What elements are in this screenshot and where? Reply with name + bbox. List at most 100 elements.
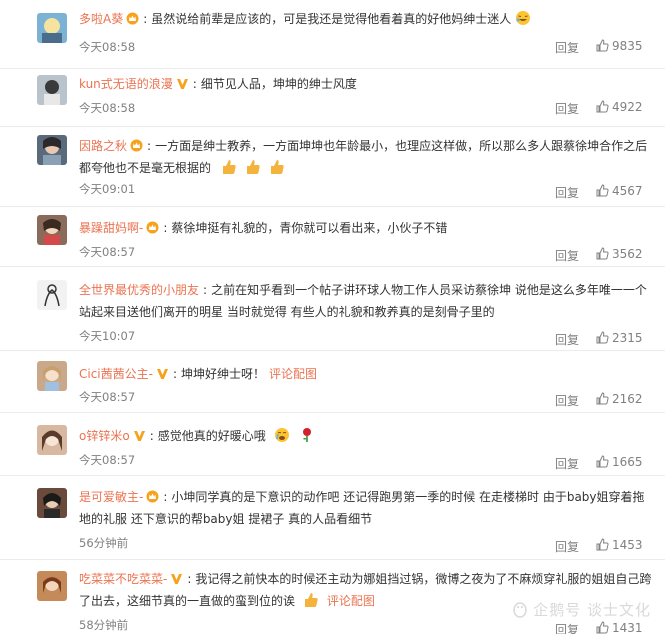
- like-count: 1431: [612, 621, 643, 634]
- like-button[interactable]: 9835: [596, 39, 643, 53]
- comment-item: 多啦A葵: 虽然说给前辈是应该的，可是我还是觉得他看着真的好他妈绅士迷人 今天08…: [0, 0, 665, 69]
- crown-badge-icon: [126, 12, 139, 25]
- reply-button[interactable]: 回复: [555, 455, 579, 472]
- watermark-text: 企鹅号 谈士文化: [533, 601, 651, 619]
- avatar[interactable]: [37, 280, 67, 310]
- thumbs-up-icon: [596, 538, 609, 551]
- reply-button[interactable]: 回复: [555, 247, 579, 264]
- timestamp: 56分钟前: [79, 536, 129, 550]
- comment-image-link[interactable]: 评论配图: [269, 367, 317, 381]
- like-count: 1665: [612, 455, 643, 469]
- reply-button[interactable]: 回复: [555, 184, 579, 201]
- username[interactable]: Cici茜茜公主-: [79, 367, 153, 381]
- username[interactable]: 吃菜菜不吃菜菜-: [79, 572, 167, 586]
- timestamp: 今天08:57: [79, 245, 136, 259]
- username[interactable]: o锌锌米o: [79, 429, 130, 443]
- like-count: 2315: [612, 331, 643, 345]
- comment-text: 蔡徐坤挺有礼貌的，青你就可以看出来，小伙子不错: [171, 221, 448, 235]
- reply-button[interactable]: 回复: [555, 39, 579, 56]
- thumb-emoji-icon: [270, 160, 284, 174]
- comment-body: 全世界最优秀的小朋友: 之前在知乎看到一个帖子讲环球人物工作人员采访蔡徐坤 说他是…: [79, 283, 647, 319]
- comment-item: o锌锌米o: 感觉他真的好暖心哦 今天08:57 回复 1665: [0, 413, 665, 476]
- avatar[interactable]: [37, 361, 67, 391]
- comment-item: kun式无语的浪漫: 细节见人品，坤坤的绅士风度 今天08:58 回复 4922: [0, 69, 665, 127]
- timestamp: 今天10:07: [79, 329, 136, 343]
- comment-image-link[interactable]: 评论配图: [327, 594, 375, 608]
- comment-text: 虽然说给前辈是应该的，可是我还是觉得他看着真的好他妈绅士迷人: [151, 12, 512, 26]
- crown-badge-icon: [146, 221, 159, 234]
- timestamp: 今天08:58: [79, 101, 136, 115]
- username[interactable]: 全世界最优秀的小朋友: [79, 283, 199, 297]
- penguin-logo-icon: [513, 602, 527, 618]
- comment-text: 细节见人品，坤坤的绅士风度: [200, 77, 357, 91]
- comment-body: 多啦A葵: 虽然说给前辈是应该的，可是我还是觉得他看着真的好他妈绅士迷人: [79, 8, 653, 30]
- comment-text: 坤坤好绅士呀！: [181, 367, 266, 381]
- username[interactable]: 多啦A葵: [79, 12, 123, 26]
- crown-badge-icon: [130, 139, 143, 152]
- like-count: 3562: [612, 247, 643, 261]
- like-button[interactable]: 2162: [596, 392, 643, 406]
- comment-body: o锌锌米o: 感觉他真的好暖心哦: [79, 425, 653, 447]
- like-count: 2162: [612, 392, 643, 406]
- like-button[interactable]: 3562: [596, 247, 643, 261]
- avatar[interactable]: [37, 135, 67, 165]
- like-count: 4922: [612, 100, 643, 114]
- laugh-cry-emoji-icon: [516, 11, 531, 25]
- username[interactable]: kun式无语的浪漫: [79, 77, 173, 91]
- thumb-emoji-icon: [222, 160, 236, 174]
- avatar[interactable]: [37, 571, 67, 601]
- avatar[interactable]: [37, 215, 67, 245]
- username[interactable]: 因路之秋: [79, 139, 127, 153]
- comment-body: 暴躁甜妈啊-: 蔡徐坤挺有礼貌的，青你就可以看出来，小伙子不错: [79, 221, 448, 235]
- comment-item: 是可爱敏主-: 小坤同学真的是下意识的动作吧 还记得跑男第一季的时候 在走楼梯时 …: [0, 476, 665, 560]
- comment-body: kun式无语的浪漫: 细节见人品，坤坤的绅士风度: [79, 77, 357, 91]
- thumbs-up-icon: [596, 621, 609, 634]
- v-badge-icon: [176, 79, 188, 89]
- thumbs-up-icon: [596, 184, 609, 197]
- avatar[interactable]: [37, 488, 67, 518]
- reply-button[interactable]: 回复: [555, 392, 579, 409]
- comment-body: 因路之秋: 一方面是绅士教养，一方面坤坤也年龄最小，也理应这样做，所以那么多人跟蔡…: [79, 139, 648, 175]
- avatar[interactable]: [37, 13, 67, 43]
- timestamp: 今天08:58: [79, 40, 136, 54]
- username[interactable]: 是可爱敏主-: [79, 490, 143, 504]
- like-button[interactable]: 2315: [596, 331, 643, 345]
- v-badge-icon: [133, 431, 145, 441]
- timestamp: 今天08:57: [79, 453, 136, 467]
- like-count: 9835: [612, 39, 643, 53]
- v-badge-icon: [156, 369, 168, 379]
- like-button[interactable]: 1665: [596, 455, 643, 469]
- avatar[interactable]: [37, 75, 67, 105]
- comment-item: 全世界最优秀的小朋友: 之前在知乎看到一个帖子讲环球人物工作人员采访蔡徐坤 说他是…: [0, 267, 665, 351]
- comment-item: 因路之秋: 一方面是绅士教养，一方面坤坤也年龄最小，也理应这样做，所以那么多人跟蔡…: [0, 127, 665, 207]
- comment-text: 一方面是绅士教养，一方面坤坤也年龄最小，也理应这样做，所以那么多人跟蔡徐坤合作之…: [79, 139, 648, 175]
- v-badge-icon: [171, 574, 183, 584]
- like-count: 1453: [612, 538, 643, 552]
- rose-emoji-icon: [303, 428, 312, 442]
- username[interactable]: 暴躁甜妈啊-: [79, 221, 143, 235]
- thumbs-up-icon: [596, 39, 609, 52]
- comment-body: Cici茜茜公主-: 坤坤好绅士呀！ 评论配图: [79, 367, 318, 381]
- comment-text: 感觉他真的好暖心哦: [157, 429, 266, 443]
- avatar[interactable]: [37, 425, 67, 455]
- timestamp: 58分钟前: [79, 618, 129, 632]
- thumbs-up-icon: [596, 392, 609, 405]
- thumbs-up-icon: [596, 247, 609, 260]
- watermark: 企鹅号 谈士文化: [511, 599, 651, 620]
- reply-button[interactable]: 回复: [555, 331, 579, 348]
- crown-badge-icon: [146, 490, 159, 503]
- reply-button[interactable]: 回复: [555, 538, 579, 555]
- like-button[interactable]: 4922: [596, 100, 643, 114]
- thumbs-up-icon: [596, 331, 609, 344]
- timestamp: 今天08:57: [79, 390, 136, 404]
- comment-item: 暴躁甜妈啊-: 蔡徐坤挺有礼貌的，青你就可以看出来，小伙子不错 今天08:57 回…: [0, 207, 665, 267]
- reply-button[interactable]: 回复: [555, 621, 579, 634]
- like-count: 4567: [612, 184, 643, 198]
- like-button[interactable]: 1431: [596, 621, 643, 634]
- thumb-emoji-icon: [304, 593, 318, 607]
- reply-button[interactable]: 回复: [555, 100, 579, 117]
- like-button[interactable]: 1453: [596, 538, 643, 552]
- comment-item: Cici茜茜公主-: 坤坤好绅士呀！ 评论配图 今天08:57 回复 2162: [0, 351, 665, 413]
- like-button[interactable]: 4567: [596, 184, 643, 198]
- thumbs-up-icon: [596, 455, 609, 468]
